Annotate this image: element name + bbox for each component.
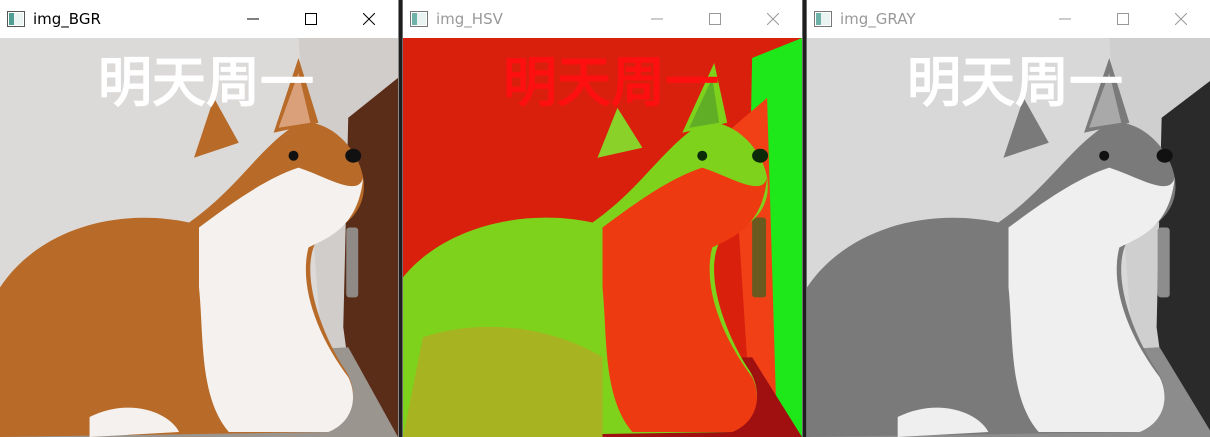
window-controls [628, 0, 802, 38]
minimize-icon [247, 18, 259, 20]
maximize-icon [1117, 13, 1129, 25]
close-icon [363, 13, 375, 25]
minimize-button[interactable] [224, 0, 282, 38]
close-button[interactable] [340, 0, 398, 38]
maximize-icon [709, 13, 721, 25]
image-display: 明天周一 [0, 38, 398, 437]
title-bar[interactable]: img_BGR [0, 0, 398, 38]
window-title: img_GRAY [840, 10, 916, 28]
app-icon [410, 11, 428, 27]
app-icon [7, 11, 25, 27]
minimize-icon [1059, 18, 1071, 20]
minimize-button[interactable] [1036, 0, 1094, 38]
image-display: 明天周一 [807, 38, 1210, 437]
maximize-button[interactable] [1094, 0, 1152, 38]
title-bar[interactable]: img_HSV [403, 0, 802, 38]
close-button[interactable] [744, 0, 802, 38]
window-title: img_HSV [436, 10, 503, 28]
minimize-icon [651, 18, 663, 20]
overlay-caption: 明天周一 [98, 51, 314, 114]
app-icon [814, 11, 832, 27]
close-icon [767, 13, 779, 25]
overlay-caption: 明天周一 [503, 51, 719, 114]
window-title: img_BGR [33, 10, 101, 28]
image-display: 明天周一 [403, 38, 802, 437]
maximize-button[interactable] [686, 0, 744, 38]
minimize-button[interactable] [628, 0, 686, 38]
window-controls [1036, 0, 1210, 38]
maximize-button[interactable] [282, 0, 340, 38]
desktop: img_BGR 明天周一 img_HSV 明天周一 img_GRAY 明天周一 [0, 0, 1210, 437]
window-img-bgr[interactable]: img_BGR 明天周一 [0, 0, 399, 437]
overlay-caption: 明天周一 [907, 51, 1123, 114]
close-button[interactable] [1152, 0, 1210, 38]
close-icon [1175, 13, 1187, 25]
title-bar[interactable]: img_GRAY [807, 0, 1210, 38]
window-img-gray[interactable]: img_GRAY 明天周一 [806, 0, 1210, 437]
maximize-icon [305, 13, 317, 25]
window-controls [224, 0, 398, 38]
window-img-hsv[interactable]: img_HSV 明天周一 [402, 0, 803, 437]
